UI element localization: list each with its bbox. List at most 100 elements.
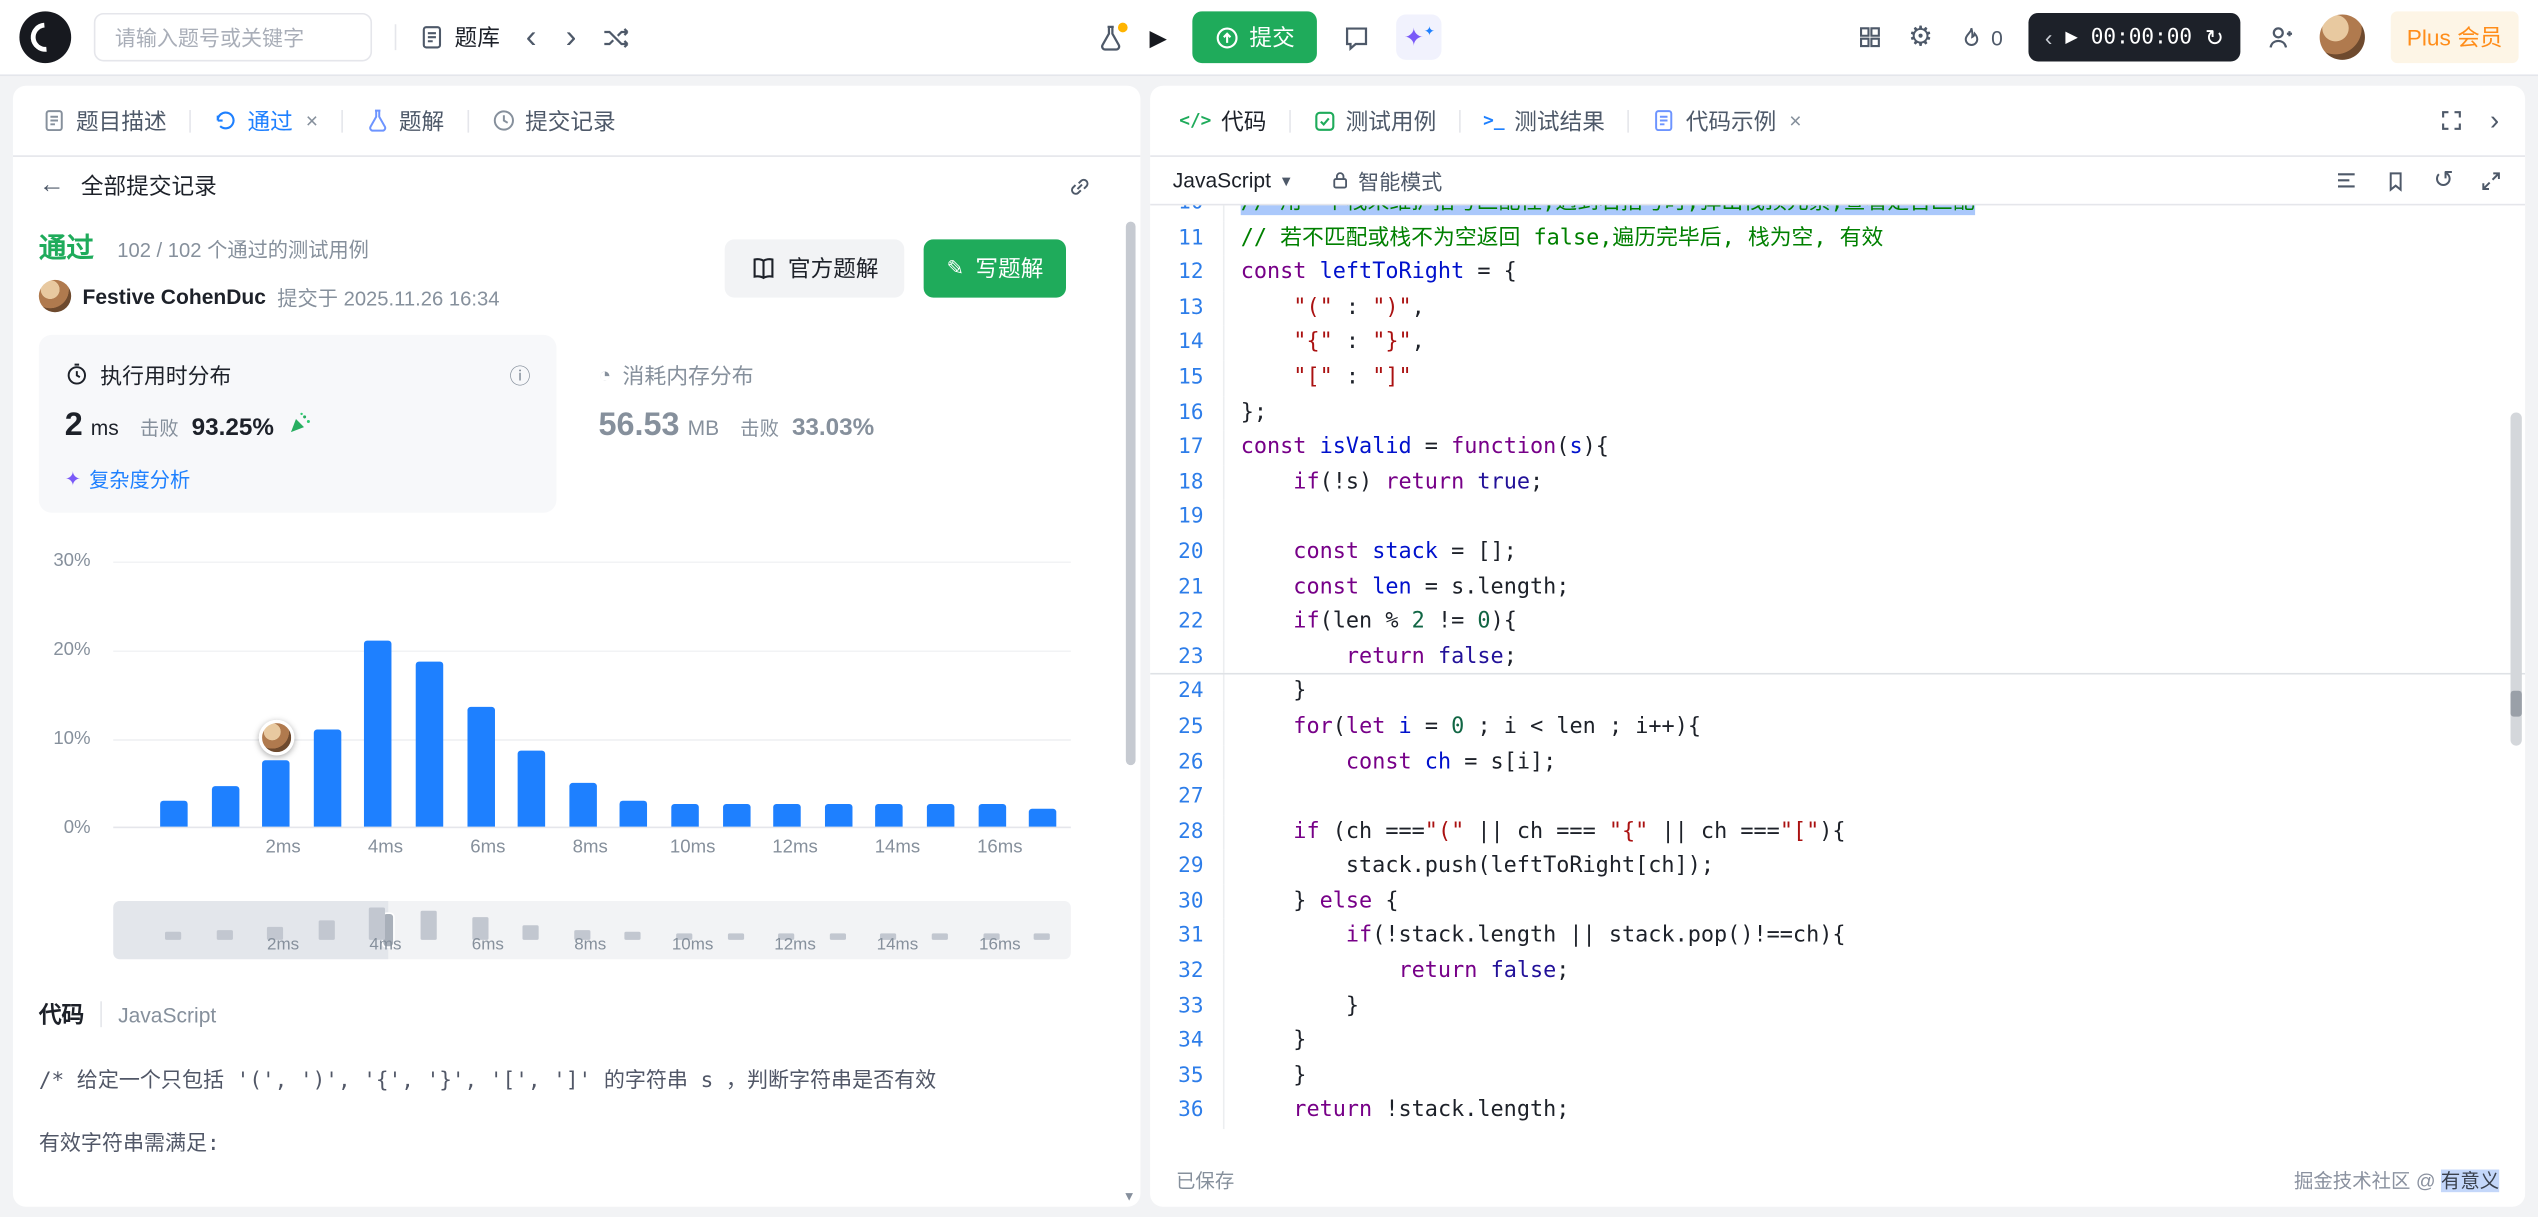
complexity-analysis-link[interactable]: ✦ 复杂度分析 xyxy=(65,463,531,494)
code-line[interactable]: 17const isValid = function(s){ xyxy=(1150,431,2525,466)
timer-play-icon[interactable]: ▶ xyxy=(2065,28,2077,46)
chart-bar[interactable] xyxy=(978,804,1005,826)
submit-button[interactable]: 提交 xyxy=(1193,11,1318,63)
code-line[interactable]: 25 for(let i = 0 ; i < len ; i++){ xyxy=(1150,710,2525,745)
fullscreen-button[interactable] xyxy=(2440,108,2464,132)
code-line[interactable]: 15 "[" : "]" xyxy=(1150,361,2525,396)
prev-problem-button[interactable]: ‹ xyxy=(522,21,539,53)
code-line[interactable]: 27 xyxy=(1150,780,2525,815)
info-icon[interactable]: ⓘ xyxy=(510,358,531,389)
brush-selected-window[interactable] xyxy=(113,901,388,959)
share-link-button[interactable] xyxy=(1068,174,1092,198)
user-avatar[interactable] xyxy=(2319,15,2364,60)
bookmark-button[interactable] xyxy=(2385,169,2408,192)
left-panel-scrollbar[interactable] xyxy=(1126,222,1136,766)
chart-bar[interactable] xyxy=(313,729,340,827)
chart-bar[interactable] xyxy=(927,804,954,826)
code-line[interactable]: 20 const stack = []; xyxy=(1150,535,2525,570)
code-line[interactable]: 33 } xyxy=(1150,989,2525,1024)
chart-bar[interactable] xyxy=(211,787,238,827)
comments-button[interactable] xyxy=(1343,23,1370,50)
back-button[interactable]: ← xyxy=(39,171,65,200)
code-line[interactable]: 36 return !stack.length; xyxy=(1150,1094,2525,1129)
code-line[interactable]: 31 if(!stack.length || stack.pop()!==ch)… xyxy=(1150,920,2525,955)
tab-test-cases[interactable]: 测试用例 xyxy=(1307,104,1443,136)
search-input[interactable] xyxy=(95,25,370,49)
code-line[interactable]: 16}; xyxy=(1150,396,2525,431)
app-logo[interactable] xyxy=(19,11,71,63)
expand-editor-button[interactable] xyxy=(2480,169,2503,192)
runtime-stat-card[interactable]: 执行用时分布 ⓘ 2 ms 击败 93.25% ✦ 复杂度分析 xyxy=(39,335,557,513)
code-line[interactable]: 30 } else { xyxy=(1150,885,2525,920)
run-code-button[interactable]: ▶ xyxy=(1149,23,1166,50)
chart-bar[interactable] xyxy=(876,804,903,826)
chart-bar[interactable] xyxy=(825,804,852,826)
problem-search[interactable] xyxy=(94,13,372,62)
write-solution-button[interactable]: ✎ 写题解 xyxy=(924,239,1066,297)
tab-problem-description[interactable]: 题目描述 xyxy=(36,104,173,136)
practice-timer[interactable]: ‹ ▶ 00:00:00 ↻ xyxy=(2029,13,2240,62)
timer-reset-icon[interactable]: ↻ xyxy=(2205,23,2224,50)
streak-counter[interactable]: 0 xyxy=(1959,25,2003,49)
problem-bank-nav[interactable]: 题库 xyxy=(419,21,500,53)
code-line[interactable]: 11// 若不匹配或栈不为空返回 false,遍历完毕后, 栈为空, 有效 xyxy=(1150,221,2525,256)
apps-grid-button[interactable] xyxy=(1856,24,1882,50)
smart-mode-toggle[interactable]: 智能模式 xyxy=(1329,165,1442,196)
code-line[interactable]: 24 } xyxy=(1150,675,2525,710)
language-selector[interactable]: JavaScript ▼ xyxy=(1173,168,1294,192)
code-line[interactable]: 22 if(len % 2 != 0){ xyxy=(1150,605,2525,640)
format-code-button[interactable] xyxy=(2335,168,2359,192)
collapse-panel-button[interactable]: › xyxy=(2487,107,2503,134)
ai-assistant-button[interactable]: ✦✦ xyxy=(1397,15,1442,60)
chart-bar[interactable] xyxy=(467,706,494,826)
code-line[interactable]: 14 "{" : "}", xyxy=(1150,326,2525,361)
plus-member-badge[interactable]: Plus 会员 xyxy=(2391,11,2519,63)
chart-bar[interactable] xyxy=(416,662,443,827)
close-tab-icon[interactable]: × xyxy=(1789,108,1801,132)
tab-code[interactable]: </> 代码 xyxy=(1173,104,1273,136)
my-result-marker[interactable] xyxy=(258,719,294,755)
reset-code-button[interactable]: ↺ xyxy=(2434,168,2454,192)
random-problem-button[interactable] xyxy=(602,23,629,50)
chart-bar[interactable] xyxy=(722,804,749,826)
tab-code-samples[interactable]: 代码示例 × xyxy=(1645,104,1808,136)
chart-bar[interactable] xyxy=(1029,809,1056,827)
settings-button[interactable]: ⚙ xyxy=(1908,21,1933,53)
chart-bar[interactable] xyxy=(262,760,289,827)
code-line[interactable]: 13 "(" : ")", xyxy=(1150,291,2525,326)
code-line[interactable]: 35 } xyxy=(1150,1059,2525,1094)
code-line[interactable]: 29 stack.push(leftToRight[ch]); xyxy=(1150,850,2525,885)
tab-solutions[interactable]: 题解 xyxy=(358,104,450,136)
code-line[interactable]: 28 if (ch ==="(" || ch === "{" || ch ===… xyxy=(1150,815,2525,850)
tab-submission-result[interactable]: 通过 × xyxy=(207,104,324,136)
chart-brush-strip[interactable]: 2ms4ms6ms8ms10ms12ms14ms16ms xyxy=(113,901,1071,959)
chart-bar[interactable] xyxy=(671,804,698,826)
chart-bar[interactable] xyxy=(569,782,596,826)
code-line[interactable]: 32 return false; xyxy=(1150,954,2525,989)
code-line[interactable]: 10// 用一个栈来维护括号匹配性,遇到右括号时,弹出栈顶元素,查看是否匹配 xyxy=(1150,205,2525,221)
author-avatar[interactable] xyxy=(39,280,71,312)
chart-bar[interactable] xyxy=(774,804,801,826)
code-line[interactable]: 23 return false; xyxy=(1150,640,2525,675)
code-line[interactable]: 21 const len = s.length; xyxy=(1150,570,2525,605)
scroll-down-arrow[interactable]: ▼ xyxy=(1123,1189,1136,1204)
chart-bar[interactable] xyxy=(620,800,647,827)
memory-stat-card[interactable]: ◔ 消耗内存分布 56.53 MB 击败 33.03% xyxy=(599,335,875,464)
chart-bar[interactable] xyxy=(160,800,187,827)
code-editor[interactable]: 10// 用一个栈来维护括号匹配性,遇到右括号时,弹出栈顶元素,查看是否匹配11… xyxy=(1150,205,2525,1151)
code-line[interactable]: 12const leftToRight = { xyxy=(1150,256,2525,291)
next-problem-button[interactable]: › xyxy=(562,21,579,53)
submitted-code-preview[interactable]: /* 给定一个只包括 '(', ')', '{', '}', '[', ']' … xyxy=(13,1050,1140,1157)
timer-collapse-icon[interactable]: ‹ xyxy=(2045,26,2053,49)
code-line[interactable]: 34 } xyxy=(1150,1024,2525,1059)
chart-bar[interactable] xyxy=(365,640,392,827)
chart-bar[interactable] xyxy=(518,751,545,827)
tab-submission-history[interactable]: 提交记录 xyxy=(485,104,622,136)
code-line[interactable]: 26 const ch = s[i]; xyxy=(1150,745,2525,780)
close-tab-icon[interactable]: × xyxy=(306,108,318,132)
official-solution-button[interactable]: 官方题解 xyxy=(725,239,905,297)
code-line[interactable]: 19 xyxy=(1150,500,2525,535)
invite-button[interactable] xyxy=(2266,23,2293,50)
debug-button[interactable] xyxy=(1096,23,1123,50)
code-line[interactable]: 18 if(!s) return true; xyxy=(1150,465,2525,500)
